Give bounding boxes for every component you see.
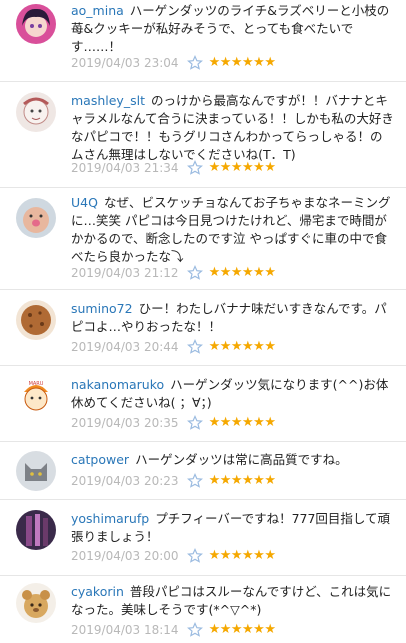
comment-body: cyakorin 普段パピコはスルーなんですけど、これは気になった。美味しそうです… <box>71 583 394 619</box>
comment-item: ao_mina ハーゲンダッツのライチ&ラズベリーと小枝の苺&クッキーが私好みそう… <box>0 0 406 82</box>
comment-timestamp: 2019/04/03 18:14 <box>71 623 179 637</box>
comment-item: mashley_slt のっけから最高なんですが！！バナナとキャラメルなんて合うに… <box>0 82 406 188</box>
star-rating: ★★★★★★ <box>208 339 276 354</box>
avatar[interactable]: MARU <box>16 376 56 416</box>
comment-username[interactable]: cyakorin <box>71 584 124 599</box>
favorite-star-icon[interactable] <box>186 55 203 71</box>
comment-item: MARU nakanomaruko ハーゲンダッツ気になります(^^)お体休めてく… <box>0 366 406 442</box>
comment-body: ao_mina ハーゲンダッツのライチ&ラズベリーと小枝の苺&クッキーが私好みそう… <box>71 2 394 56</box>
comment-item: catpower ハーゲンダッツは常に高品質ですね。 2019/04/03 20:… <box>0 442 406 500</box>
star-rating: ★★★★★★ <box>208 160 276 175</box>
comment-item: cyakorin 普段パピコはスルーなんですけど、これは気になった。美味しそうです… <box>0 576 406 640</box>
comment-username[interactable]: catpower <box>71 452 129 467</box>
comment-timestamp: 2019/04/03 21:12 <box>71 266 179 280</box>
comment-meta: 2019/04/03 23:04 ★★★★★★ <box>71 54 276 72</box>
avatar[interactable] <box>16 300 56 340</box>
avatar[interactable] <box>16 451 56 491</box>
star-rating: ★★★★★★ <box>208 473 276 488</box>
comment-username[interactable]: mashley_slt <box>71 93 145 108</box>
avatar[interactable] <box>16 510 56 550</box>
favorite-star-icon[interactable] <box>186 265 203 281</box>
star-rating: ★★★★★★ <box>208 548 276 563</box>
avatar[interactable] <box>16 92 56 132</box>
comment-username[interactable]: ao_mina <box>71 3 124 18</box>
star-rating: ★★★★★★ <box>208 622 276 637</box>
avatar[interactable] <box>16 583 56 623</box>
comment-username[interactable]: yoshimarufp <box>71 511 149 526</box>
favorite-star-icon[interactable] <box>186 160 203 176</box>
comment-text: なぜ、ビスケッチョなんてお子ちゃまなネーミングに…笑笑 パピコは今日見つけたけれ… <box>71 195 391 264</box>
favorite-star-icon[interactable] <box>186 339 203 355</box>
svg-text:MARU: MARU <box>29 381 44 387</box>
favorite-star-icon[interactable] <box>186 473 203 489</box>
comment-body: U4Q なぜ、ビスケッチョなんてお子ちゃまなネーミングに…笑笑 パピコは今日見つけ… <box>71 194 394 266</box>
comment-username[interactable]: U4Q <box>71 195 98 210</box>
star-rating: ★★★★★★ <box>208 415 276 430</box>
comment-meta: 2019/04/03 20:44 ★★★★★★ <box>71 338 276 356</box>
favorite-star-icon[interactable] <box>186 622 203 638</box>
comment-body: yoshimarufp プチフィーバーですね！777回目指して頑張りましょう！ <box>71 510 394 546</box>
comment-timestamp: 2019/04/03 20:44 <box>71 340 179 354</box>
comment-meta: 2019/04/03 18:14 ★★★★★★ <box>71 621 276 639</box>
comment-text: ハーゲンダッツは常に高品質ですね。 <box>135 452 348 467</box>
comment-username[interactable]: nakanomaruko <box>71 377 164 392</box>
comment-list: ao_mina ハーゲンダッツのライチ&ラズベリーと小枝の苺&クッキーが私好みそう… <box>0 0 406 640</box>
comment-meta: 2019/04/03 21:12 ★★★★★★ <box>71 264 276 282</box>
comment-body: catpower ハーゲンダッツは常に高品質ですね。 <box>71 451 394 469</box>
comment-body: mashley_slt のっけから最高なんですが！！バナナとキャラメルなんて合うに… <box>71 92 394 164</box>
comment-body: sumino72 ひー！わたしバナナ味だいすきなんです。パピコよ…やりおったな！！ <box>71 300 394 336</box>
comment-meta: 2019/04/03 21:34 ★★★★★★ <box>71 159 276 177</box>
comment-timestamp: 2019/04/03 20:00 <box>71 549 179 563</box>
avatar[interactable] <box>16 198 56 238</box>
comment-body: nakanomaruko ハーゲンダッツ気になります(^^)お体休めてくださいね(… <box>71 376 394 412</box>
star-rating: ★★★★★★ <box>208 265 276 280</box>
comment-timestamp: 2019/04/03 20:23 <box>71 474 179 488</box>
comment-item: yoshimarufp プチフィーバーですね！777回目指して頑張りましょう！ 2… <box>0 500 406 576</box>
comment-item: U4Q なぜ、ビスケッチョなんてお子ちゃまなネーミングに…笑笑 パピコは今日見つけ… <box>0 188 406 290</box>
comment-username[interactable]: sumino72 <box>71 301 133 316</box>
favorite-star-icon[interactable] <box>186 415 203 431</box>
comment-timestamp: 2019/04/03 20:35 <box>71 416 179 430</box>
star-rating: ★★★★★★ <box>208 55 276 70</box>
comment-timestamp: 2019/04/03 23:04 <box>71 56 179 70</box>
favorite-star-icon[interactable] <box>186 548 203 564</box>
comment-item: sumino72 ひー！わたしバナナ味だいすきなんです。パピコよ…やりおったな！！… <box>0 290 406 366</box>
comment-timestamp: 2019/04/03 21:34 <box>71 161 179 175</box>
avatar[interactable] <box>16 4 56 44</box>
comment-meta: 2019/04/03 20:00 ★★★★★★ <box>71 547 276 565</box>
comment-meta: 2019/04/03 20:35 ★★★★★★ <box>71 414 276 432</box>
comment-meta: 2019/04/03 20:23 ★★★★★★ <box>71 472 276 490</box>
